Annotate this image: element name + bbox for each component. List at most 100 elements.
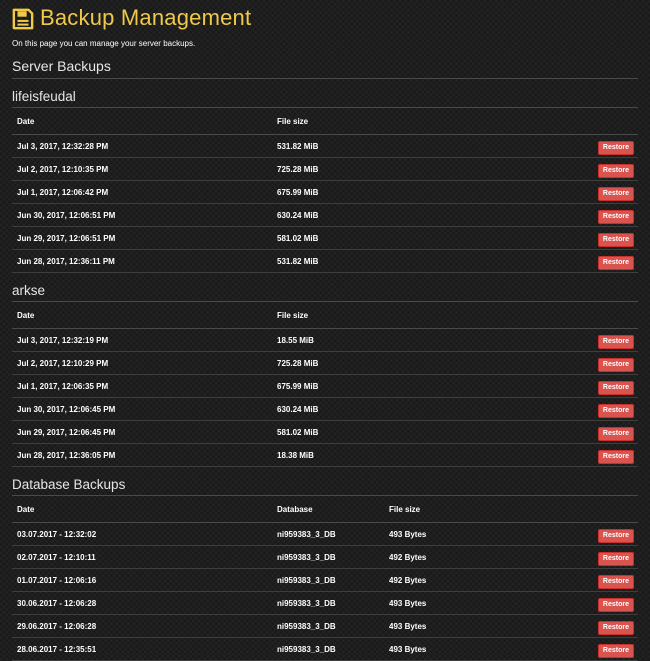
server-backups-heading: Server Backups (12, 58, 638, 79)
backup-size: 531.82 MiB (272, 249, 467, 273)
restore-button[interactable]: Restore (597, 334, 634, 349)
database-name: ni959383_3_DB (272, 637, 384, 661)
backup-size: 531.82 MiB (272, 134, 467, 158)
backup-size: 18.55 MiB (272, 328, 467, 352)
restore-button[interactable]: Restore (597, 209, 634, 224)
backup-size: 675.99 MiB (272, 180, 467, 204)
actions-cell: Restore (466, 420, 638, 444)
actions-cell: Restore (504, 545, 638, 569)
database-name: ni959383_3_DB (272, 614, 384, 638)
column-header-file-size: File size (272, 302, 467, 329)
table-header-row: Date File size (12, 302, 638, 329)
backup-date: Jul 1, 2017, 12:06:35 PM (12, 374, 272, 398)
backup-size: 630.24 MiB (272, 203, 467, 227)
restore-button[interactable]: Restore (597, 163, 634, 178)
column-header-date: Date (12, 302, 272, 329)
actions-cell: Restore (466, 180, 638, 204)
restore-button[interactable]: Restore (597, 643, 634, 658)
backup-date: 28.06.2017 - 12:35:51 (12, 637, 272, 661)
restore-button[interactable]: Restore (597, 255, 634, 270)
backup-size: 492 Bytes (384, 545, 504, 569)
database-name: ni959383_3_DB (272, 591, 384, 615)
backup-date: Jun 28, 2017, 12:36:05 PM (12, 443, 272, 467)
backup-date: Jun 29, 2017, 12:06:45 PM (12, 420, 272, 444)
backup-date: Jul 2, 2017, 12:10:35 PM (12, 157, 272, 181)
backup-date: Jun 30, 2017, 12:06:45 PM (12, 397, 272, 421)
column-header-file-size: File size (272, 108, 467, 135)
backup-date: Jun 29, 2017, 12:06:51 PM (12, 226, 272, 250)
save-icon (12, 8, 34, 29)
actions-cell: Restore (466, 397, 638, 421)
backup-size: 725.28 MiB (272, 157, 467, 181)
restore-button[interactable]: Restore (597, 426, 634, 441)
table-row: 28.06.2017 - 12:35:51 ni959383_3_DB 493 … (12, 637, 638, 661)
actions-cell: Restore (504, 637, 638, 661)
table-header-row: Date Database File size (12, 496, 638, 523)
database-backups-heading: Database Backups (12, 477, 638, 496)
restore-button[interactable]: Restore (597, 551, 634, 566)
actions-cell: Restore (504, 591, 638, 615)
backup-date: 01.07.2017 - 12:06:16 (12, 568, 272, 592)
restore-button[interactable]: Restore (597, 528, 634, 543)
restore-button[interactable]: Restore (597, 380, 634, 395)
backup-size: 675.99 MiB (272, 374, 467, 398)
restore-button[interactable]: Restore (597, 140, 634, 155)
restore-button[interactable]: Restore (597, 449, 634, 464)
table-row: 03.07.2017 - 12:32:02 ni959383_3_DB 493 … (12, 522, 638, 546)
database-name: ni959383_3_DB (272, 545, 384, 569)
server-backups-table-lifeisfeudal: Date File size Jul 3, 2017, 12:32:28 PM … (12, 108, 638, 273)
restore-button[interactable]: Restore (597, 232, 634, 247)
actions-cell: Restore (466, 203, 638, 227)
actions-cell: Restore (466, 351, 638, 375)
actions-cell: Restore (466, 157, 638, 181)
backup-date: 02.07.2017 - 12:10:11 (12, 545, 272, 569)
backup-size: 18.38 MiB (272, 443, 467, 467)
backup-size: 581.02 MiB (272, 226, 467, 250)
table-row: Jun 30, 2017, 12:06:51 PM 630.24 MiB Res… (12, 203, 638, 227)
table-row: Jul 2, 2017, 12:10:29 PM 725.28 MiB Rest… (12, 351, 638, 375)
backup-date: Jul 3, 2017, 12:32:28 PM (12, 134, 272, 158)
restore-button[interactable]: Restore (597, 597, 634, 612)
backup-size: 493 Bytes (384, 614, 504, 638)
backup-date: 30.06.2017 - 12:06:28 (12, 591, 272, 615)
backup-size: 493 Bytes (384, 522, 504, 546)
backup-size: 725.28 MiB (272, 351, 467, 375)
actions-cell: Restore (466, 443, 638, 467)
restore-button[interactable]: Restore (597, 186, 634, 201)
column-header-actions (504, 496, 638, 523)
restore-button[interactable]: Restore (597, 403, 634, 418)
restore-button[interactable]: Restore (597, 620, 634, 635)
backup-size: 630.24 MiB (272, 397, 467, 421)
column-header-actions (466, 302, 638, 329)
table-row: 29.06.2017 - 12:06:28 ni959383_3_DB 493 … (12, 614, 638, 638)
backup-date: Jul 2, 2017, 12:10:29 PM (12, 351, 272, 375)
table-row: Jul 1, 2017, 12:06:42 PM 675.99 MiB Rest… (12, 180, 638, 204)
backup-date: 03.07.2017 - 12:32:02 (12, 522, 272, 546)
table-row: Jul 1, 2017, 12:06:35 PM 675.99 MiB Rest… (12, 374, 638, 398)
column-header-date: Date (12, 496, 272, 523)
page-intro: On this page you can manage your server … (12, 39, 196, 48)
backup-date: Jul 1, 2017, 12:06:42 PM (12, 180, 272, 204)
restore-button[interactable]: Restore (597, 574, 634, 589)
actions-cell: Restore (504, 614, 638, 638)
backup-date: Jun 30, 2017, 12:06:51 PM (12, 203, 272, 227)
actions-cell: Restore (466, 374, 638, 398)
column-header-database: Database (272, 496, 384, 523)
actions-cell: Restore (504, 568, 638, 592)
database-backups-table: Date Database File size 03.07.2017 - 12:… (12, 496, 638, 661)
backup-date: Jun 28, 2017, 12:36:11 PM (12, 249, 272, 273)
backup-date: 29.06.2017 - 12:06:28 (12, 614, 272, 638)
table-row: 02.07.2017 - 12:10:11 ni959383_3_DB 492 … (12, 545, 638, 569)
table-row: Jul 2, 2017, 12:10:35 PM 725.28 MiB Rest… (12, 157, 638, 181)
restore-button[interactable]: Restore (597, 357, 634, 372)
page-header: Backup Management (12, 0, 638, 36)
database-name: ni959383_3_DB (272, 522, 384, 546)
backup-size: 581.02 MiB (272, 420, 467, 444)
backup-size: 493 Bytes (384, 591, 504, 615)
actions-cell: Restore (504, 522, 638, 546)
table-row: 01.07.2017 - 12:06:16 ni959383_3_DB 492 … (12, 568, 638, 592)
server-backups-table-arkse: Date File size Jul 3, 2017, 12:32:19 PM … (12, 302, 638, 467)
page-title: Backup Management (40, 5, 252, 30)
database-name: ni959383_3_DB (272, 568, 384, 592)
column-header-actions (466, 108, 638, 135)
